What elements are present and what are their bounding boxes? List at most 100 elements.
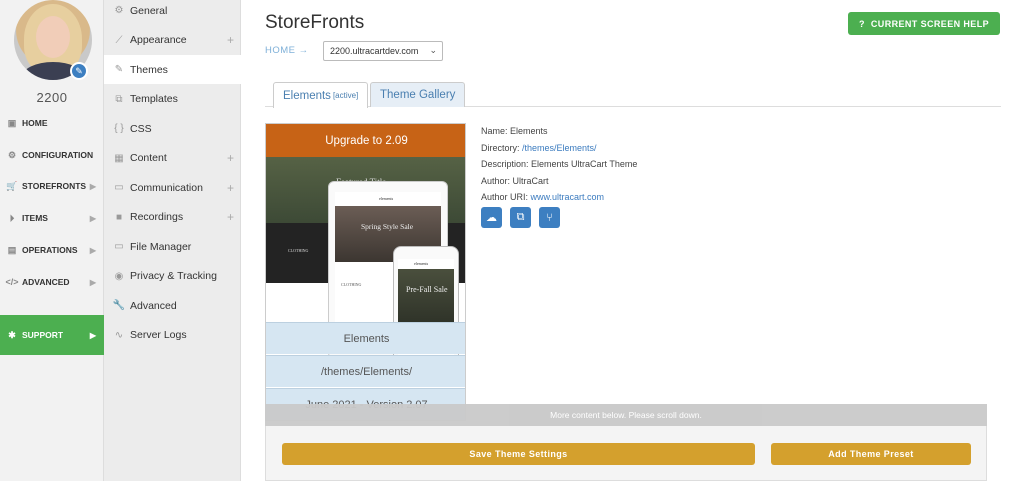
- current-screen-help-button[interactable]: ? CURRENT SCREEN HELP: [848, 12, 1000, 35]
- sub-nav-item-label: Content: [130, 152, 167, 164]
- sitemap-icon: ⧉: [115, 93, 123, 105]
- cloud-upload-button[interactable]: ☁: [481, 207, 502, 228]
- chevron-down-icon: ⌄: [429, 45, 437, 55]
- page-title: StoreFronts: [265, 12, 365, 33]
- expand-plus-icon[interactable]: +: [227, 210, 234, 224]
- lightbulb-icon: ✱: [8, 329, 16, 340]
- left-nav: ✎ 2200 ▣ HOME ⚙ CONFIGURATION 🛒 STOREFRONTS ▶ ⏵…: [0, 0, 104, 481]
- sub-nav-item-themes[interactable]: ✎ Themes: [104, 55, 241, 84]
- theme-card-name: Elements: [266, 322, 465, 354]
- cart-icon: 🛒: [6, 180, 18, 191]
- pencil-icon: ✎: [114, 64, 124, 75]
- braces-icon: { }: [114, 123, 124, 134]
- chat-icon: ▭: [114, 182, 124, 193]
- add-theme-preset-button[interactable]: Add Theme Preset: [771, 443, 971, 465]
- sub-nav-item-label: Server Logs: [130, 329, 187, 341]
- preview-phone-hero: [398, 269, 454, 325]
- sub-nav-item-advanced[interactable]: 🔧 Advanced: [104, 291, 241, 320]
- user-id: 2200: [36, 90, 68, 105]
- sub-nav-item-communication[interactable]: ▭ Communication +: [104, 173, 241, 202]
- nav-item-label: OPERATIONS: [22, 245, 78, 255]
- cloud-upload-icon: ☁: [486, 212, 497, 224]
- nav-item-configuration[interactable]: ⚙ CONFIGURATION: [0, 142, 104, 168]
- nav-item-storefronts[interactable]: 🛒 STOREFRONTS ▶: [0, 173, 104, 199]
- sub-nav-item-label: CSS: [130, 122, 152, 135]
- copy-button[interactable]: ⧉: [510, 207, 531, 228]
- chevron-right-icon: ▶: [89, 245, 96, 255]
- detail-uri-link[interactable]: www.ultracart.com: [531, 192, 605, 202]
- sub-nav-item-content[interactable]: ▦ Content +: [104, 144, 241, 173]
- edit-avatar-icon[interactable]: ✎: [70, 62, 88, 80]
- detail-author-label: Author:: [481, 175, 513, 186]
- sub-nav-item-templates[interactable]: ⧉ Templates: [104, 85, 241, 114]
- tab-active-badge: [active]: [332, 91, 359, 100]
- sub-nav-item-file-manager[interactable]: ▭ File Manager: [104, 232, 241, 261]
- storefront-host-select[interactable]: 2200.ultracartdev.com ⌄: [323, 41, 443, 61]
- theme-card: Upgrade to 2.09 Featured Title elements …: [265, 123, 466, 421]
- avatar-face: [36, 16, 70, 58]
- detail-name: Name: Elements: [481, 123, 637, 140]
- detail-description-label: Description:: [481, 159, 532, 169]
- sub-nav-item-label: Templates: [130, 93, 178, 105]
- detail-description: Description: Elements UltraCart Theme: [481, 156, 637, 173]
- nav-item-advanced[interactable]: </> ADVANCED ▶: [0, 269, 104, 295]
- detail-directory-link[interactable]: /themes/Elements/: [522, 143, 597, 153]
- branch-button[interactable]: ⑂: [539, 207, 560, 228]
- expand-plus-icon[interactable]: +: [227, 181, 234, 195]
- sub-nav-item-appearance[interactable]: ⟋ Appearance +: [104, 26, 241, 55]
- sub-nav-item-label: Recordings: [130, 211, 184, 223]
- app-root: ✎ 2200 ▣ HOME ⚙ CONFIGURATION 🛒 STOREFRONTS ▶ ⏵…: [0, 0, 1024, 481]
- preview-tablet-logo: elements: [379, 196, 394, 201]
- detail-directory: Directory: /themes/Elements/: [481, 140, 637, 157]
- theme-details: Name: Elements Directory: /themes/Elemen…: [481, 123, 637, 206]
- gear-icon: ⚙: [7, 149, 17, 160]
- theme-preview-image: Featured Title elements Spring Style Sal…: [266, 157, 465, 366]
- save-theme-settings-button[interactable]: Save Theme Settings: [282, 443, 755, 465]
- nav-item-support[interactable]: ✱ SUPPORT ▶: [0, 315, 104, 355]
- nav-item-label: SUPPORT: [22, 330, 64, 340]
- breadcrumb-home-link[interactable]: HOME →: [265, 45, 309, 56]
- chevron-right-icon: ▶: [89, 181, 96, 191]
- sub-nav-item-general[interactable]: ⚙ General: [104, 0, 241, 25]
- nav-item-label: HOME: [22, 118, 48, 128]
- detail-name-label: Name:: [481, 126, 511, 136]
- nav-item-label: STOREFRONTS: [22, 181, 87, 191]
- nav-item-home[interactable]: ▣ HOME: [0, 110, 104, 136]
- chevron-right-icon: ▶: [89, 213, 96, 223]
- preview-phone-logo: elements: [414, 261, 429, 266]
- detail-directory-label: Directory:: [481, 142, 523, 153]
- upgrade-button[interactable]: Upgrade to 2.09: [266, 124, 465, 157]
- nav-item-items[interactable]: ⏵ ITEMS ▶: [0, 205, 104, 231]
- eye-icon: ◉: [114, 270, 124, 282]
- tab-elements-label: Elements: [283, 89, 331, 102]
- pulse-icon: ∿: [114, 329, 124, 341]
- folder-icon: ▭: [114, 241, 124, 252]
- code-icon: </>: [5, 277, 19, 287]
- detail-description-value: Elements UltraCart Theme: [531, 159, 638, 169]
- expand-plus-icon[interactable]: +: [227, 33, 234, 47]
- sub-nav-item-privacy-tracking[interactable]: ◉ Privacy & Tracking: [104, 262, 241, 291]
- sub-nav-item-css[interactable]: { } CSS: [104, 114, 241, 143]
- tab-elements[interactable]: Elements [active]: [273, 82, 369, 108]
- nav-item-label: ADVANCED: [22, 277, 70, 287]
- sub-nav-item-label: Communication: [130, 181, 203, 194]
- copy-icon: ⧉: [516, 211, 525, 223]
- nav-item-operations[interactable]: ▤ OPERATIONS ▶: [0, 237, 104, 263]
- nav-item-label: ITEMS: [22, 213, 48, 223]
- branch-icon: ⑂: [546, 211, 553, 224]
- sub-nav-item-recordings[interactable]: ■ Recordings +: [104, 203, 241, 232]
- storefront-sub-nav: ⚙ General ⟋ Appearance + ✎ Themes ⧉ Templates { }…: [104, 0, 241, 481]
- expand-plus-icon[interactable]: +: [227, 151, 234, 165]
- sub-nav-item-label: File Manager: [130, 240, 192, 253]
- tags-icon: ⏵: [9, 212, 15, 223]
- nav-item-label: CONFIGURATION: [22, 150, 94, 160]
- sub-nav-item-label: Appearance: [130, 34, 187, 46]
- tab-theme-gallery[interactable]: Theme Gallery: [370, 82, 466, 107]
- detail-uri-label: Author URI:: [481, 192, 531, 202]
- sub-nav-item-server-logs[interactable]: ∿ Server Logs: [104, 321, 241, 350]
- help-button-label: CURRENT SCREEN HELP: [870, 18, 989, 29]
- preview-category-label: CLOTHING: [288, 248, 309, 253]
- help-icon: ?: [858, 18, 865, 29]
- sub-nav-item-label: Privacy & Tracking: [130, 270, 217, 282]
- sub-nav-item-label: Advanced: [130, 299, 177, 312]
